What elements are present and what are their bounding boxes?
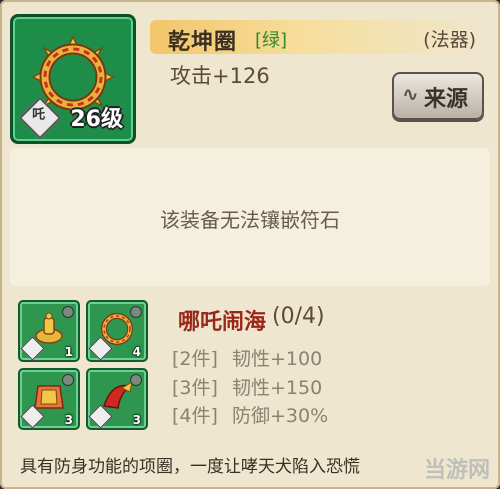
slot-status-dot [130, 374, 142, 386]
set-bonus-effect: 韧性+100 [232, 348, 323, 370]
slot-count: 3 [64, 413, 73, 427]
item-level: 26级 [70, 107, 123, 132]
slot-count: 3 [132, 413, 141, 427]
set-bonus-effect: 韧性+150 [232, 377, 323, 399]
set-bonus-pieces: [4件] [172, 405, 218, 427]
slot-count: 4 [132, 345, 141, 359]
set-bonus-pieces: [2件] [172, 348, 218, 370]
item-icon-frame[interactable]: 吒 26级 [10, 14, 136, 144]
item-tooltip-panel: 吒 26级 乾坤圈 [绿] (法器) 攻击+126 ∿ 来源 该装备无法镶嵌符石… [0, 0, 500, 489]
swirl-icon: ∿ [402, 82, 419, 106]
role-glyph: 吒 [32, 107, 46, 123]
source-button-label: 来源 [424, 87, 469, 112]
item-type: (法器) [423, 29, 476, 51]
set-bonus-effect: 防御+30% [232, 405, 329, 427]
set-bonus-row: [3件] 韧性+150 [172, 373, 322, 400]
set-bonus-row: [4件] 防御+30% [172, 401, 328, 428]
watermark: 当游网 [423, 458, 490, 483]
item-description: 具有防身功能的项圈，一度让哮天犬陷入恐慌 [20, 457, 360, 477]
item-name: 乾坤圈 [168, 30, 238, 55]
set-piece-slot[interactable]: 3 [86, 368, 148, 430]
set-bonus-row: [2件] 韧性+100 [172, 344, 322, 371]
slot-status-dot [62, 374, 74, 386]
set-name: 哪吒闹海 [178, 310, 267, 335]
set-piece-slot[interactable]: 4 [86, 300, 148, 362]
set-bonus-pieces: [3件] [172, 377, 218, 399]
set-progress: (0/4) [272, 304, 325, 329]
slot-status-dot [62, 306, 74, 318]
slot-status-dot [130, 306, 142, 318]
set-piece-slot[interactable]: 1 [18, 300, 80, 362]
item-attack-stat: 攻击+126 [170, 64, 270, 88]
item-quality: [绿] [255, 30, 288, 51]
slot-count: 1 [64, 345, 73, 359]
source-button[interactable]: ∿ 来源 [392, 72, 484, 120]
rune-socket-text: 该装备无法镶嵌符石 [160, 208, 340, 232]
set-piece-slot[interactable]: 3 [18, 368, 80, 430]
rune-socket-box: 该装备无法镶嵌符石 [10, 148, 490, 286]
